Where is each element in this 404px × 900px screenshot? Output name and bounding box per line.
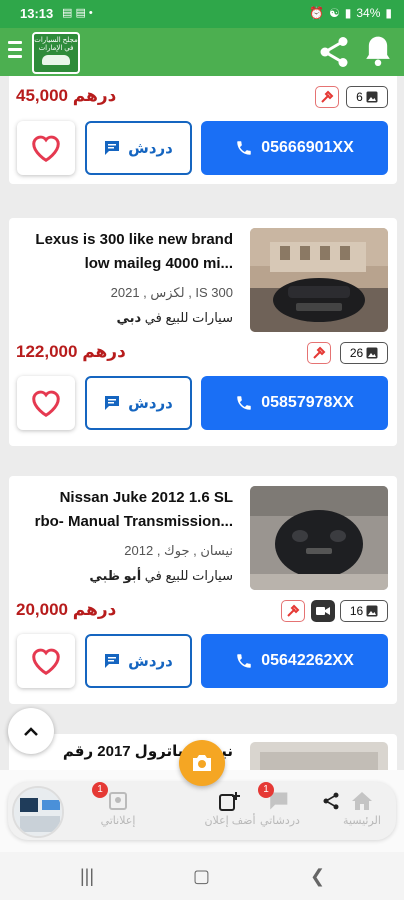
listing-price: 20,000 درهم — [16, 600, 117, 619]
listing-city: أبو ظبي — [89, 568, 142, 583]
nav-add-ad[interactable]: أضف إعلان — [200, 788, 260, 827]
tools-icon — [281, 600, 305, 622]
favorite-button[interactable] — [17, 121, 75, 175]
call-button[interactable]: 05642262XX — [201, 634, 388, 688]
status-bar: 13:13 ▤ ▤ • ⏰ ☯ ▮ 34% ▮ — [0, 0, 404, 28]
chats-badge: 1 — [258, 782, 274, 798]
status-time: 13:13 — [20, 6, 54, 21]
battery-icon: ▮ — [385, 6, 392, 20]
video-icon — [316, 607, 330, 615]
home-icon — [352, 792, 372, 810]
menu-icon[interactable] — [8, 41, 22, 59]
phone-icon — [237, 396, 251, 410]
system-navigation: ||| ▢ ❮ — [0, 852, 404, 900]
video-badge — [311, 600, 335, 622]
listing-card[interactable]: 45,000 درهم 6 دردش 05666901XX — [9, 76, 397, 184]
bottom-nav-bar: الرئيسية 1 دردشاتي أضف إعلان 1 إعلاناتي — [8, 782, 396, 840]
app-header: مجلح السيارات في الإمارات — [0, 28, 404, 76]
listing-title-line1[interactable]: Lexus is 300 like new brand — [17, 228, 233, 252]
chat-icon — [105, 141, 120, 155]
favorite-button[interactable] — [17, 376, 75, 430]
tools-icon — [315, 86, 339, 108]
camera-icon — [193, 755, 211, 771]
status-right-icons: ⏰ ☯ ▮ 34% ▮ — [309, 6, 392, 20]
listing-price: 45,000 درهم — [16, 86, 117, 105]
chat-button[interactable]: دردش — [85, 376, 192, 430]
listing-location: سيارات للبيع في دبي — [116, 310, 233, 325]
home-system-icon[interactable]: ▢ — [193, 866, 210, 887]
listings-feed[interactable]: 45,000 درهم 6 دردش 05666901XX Lexus is 3… — [0, 76, 404, 770]
listing-model: لكزس , 2021 , IS 300 — [110, 285, 233, 300]
add-ad-icon — [219, 792, 240, 811]
notification-icons: ▤ ▤ • — [62, 7, 93, 19]
photo-count-badge: 16 — [340, 600, 388, 622]
image-icon — [366, 605, 378, 617]
car-logo-icon — [42, 55, 70, 65]
wifi-icon: ☯ — [328, 6, 340, 20]
image-icon — [366, 91, 378, 103]
logo-text: مجلح السيارات في الإمارات — [34, 37, 78, 52]
image-icon — [366, 347, 378, 359]
listing-card[interactable]: Lexus is 300 like new brand low maileg 4… — [9, 218, 397, 446]
listing-model: نيسان , جوك , 2012 — [124, 543, 233, 558]
listing-card[interactable]: Nissan Juke 2012 1.6 SL rbo- Manual Tran… — [9, 476, 397, 704]
call-button[interactable]: 05857978XX — [201, 376, 388, 430]
camera-button[interactable] — [179, 740, 225, 786]
nav-share[interactable] — [316, 788, 346, 814]
bell-icon[interactable] — [362, 34, 394, 68]
scroll-to-top-button[interactable] — [8, 708, 54, 754]
listing-price: 122,000 درهم — [16, 342, 126, 361]
call-button[interactable]: 05666901XX — [201, 121, 388, 175]
battery-percent: 34% — [356, 6, 381, 20]
listing-city: دبي — [116, 310, 142, 325]
listing-title-line1[interactable]: Nissan Juke 2012 1.6 SL — [17, 486, 233, 510]
tools-icon — [307, 342, 331, 364]
favorite-button[interactable] — [17, 634, 75, 688]
chat-icon — [105, 396, 120, 410]
phone-icon — [237, 654, 251, 668]
chevron-up-icon — [24, 727, 38, 736]
photo-count-badge: 6 — [346, 86, 388, 108]
listing-photo[interactable] — [250, 742, 388, 770]
app-logo[interactable]: مجلح السيارات في الإمارات — [32, 32, 80, 74]
back-icon[interactable]: ❮ — [310, 866, 325, 887]
recent-apps-icon[interactable]: ||| — [80, 866, 94, 887]
signal-icon: ▮ — [344, 6, 352, 20]
chat-button[interactable]: دردش — [85, 634, 192, 688]
nav-my-ads[interactable]: 1 إعلاناتي — [88, 782, 148, 827]
share-icon[interactable] — [316, 34, 352, 70]
photo-count-badge: 26 — [340, 342, 388, 364]
heart-icon — [32, 390, 60, 418]
my-ads-icon — [109, 792, 127, 810]
avatar[interactable] — [12, 786, 64, 838]
listing-photo[interactable] — [250, 486, 388, 590]
phone-icon — [237, 141, 251, 155]
heart-icon — [32, 648, 60, 676]
chat-button[interactable]: دردش — [85, 121, 192, 175]
listing-title-line2[interactable]: rbo- Manual Transmission... — [17, 510, 233, 534]
alarm-icon: ⏰ — [309, 6, 324, 20]
listing-location: سيارات للبيع في أبو ظبي — [89, 568, 233, 583]
share-icon — [323, 792, 339, 810]
heart-icon — [32, 135, 60, 163]
chat-icon — [105, 654, 120, 668]
ads-badge: 1 — [92, 782, 108, 798]
listing-photo[interactable] — [250, 228, 388, 332]
listing-title-line2[interactable]: low maileg 4000 mi... — [17, 252, 233, 276]
